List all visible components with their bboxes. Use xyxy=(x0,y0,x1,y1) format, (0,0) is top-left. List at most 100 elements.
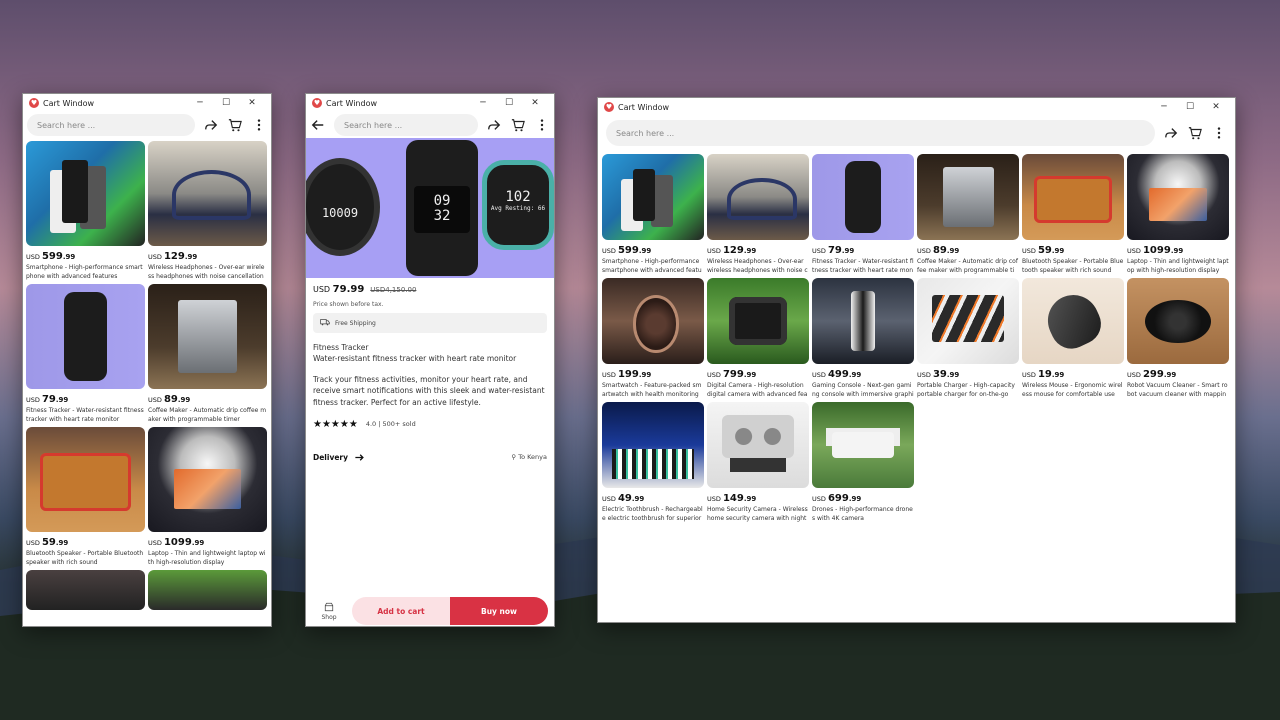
product-description: Home Security Camera - Wireless home sec… xyxy=(707,506,808,522)
product-image xyxy=(707,402,809,488)
product-description: Wireless Mouse - Ergonomic wireless mous… xyxy=(1022,382,1123,398)
more-options-icon[interactable] xyxy=(534,117,550,133)
product-card[interactable]: USD 59.99 Bluetooth Speaker - Portable Bl… xyxy=(26,427,145,567)
app-logo-icon: ♥ xyxy=(29,98,39,108)
more-options-icon[interactable] xyxy=(1211,125,1227,141)
product-description: Wireless Headphones - Over-ear wireless … xyxy=(148,264,265,280)
product-card[interactable]: USD 799.99 Digital Camera - High-resoluti… xyxy=(707,278,809,399)
app-logo-icon: ♥ xyxy=(604,102,614,112)
product-card[interactable] xyxy=(26,570,145,610)
cart-window-detail: ♥ Cart Window ─ ☐ ✕ 10009 0932 102Avg Re… xyxy=(305,93,555,627)
product-card[interactable]: USD 599.99 Smartphone - High-performance … xyxy=(26,141,145,281)
price: USD 299.99 xyxy=(1127,369,1177,380)
rating-row: ★★★★★ 4.0 | 500+ sold xyxy=(313,419,547,430)
price: USD 149.99 xyxy=(707,493,757,504)
product-card[interactable]: USD 699.99 Drones - High-performance dron… xyxy=(812,402,914,523)
cart-icon[interactable] xyxy=(510,117,526,133)
product-card[interactable]: USD 19.99 Wireless Mouse - Ergonomic wire… xyxy=(1022,278,1124,399)
product-card[interactable]: USD 129.99 Wireless Headphones - Over-ear… xyxy=(707,154,809,275)
watch-center: 09 32 xyxy=(406,140,478,276)
buy-now-button[interactable]: Buy now xyxy=(450,597,548,625)
product-card[interactable] xyxy=(148,570,267,610)
maximize-button[interactable]: ☐ xyxy=(496,98,522,108)
share-icon[interactable] xyxy=(486,117,502,133)
product-card[interactable]: USD 299.99 Robot Vacuum Cleaner - Smart r… xyxy=(1127,278,1229,399)
product-card[interactable]: USD 89.99 Coffee Maker - Automatic drip c… xyxy=(917,154,1019,275)
shop-icon xyxy=(312,602,346,614)
product-card[interactable]: USD 39.99 Portable Charger - High-capacit… xyxy=(917,278,1019,399)
minimize-button[interactable]: ─ xyxy=(187,98,213,108)
product-subtitle: Water-resistant fitness tracker with hea… xyxy=(313,354,517,363)
product-card[interactable]: USD 79.99 Fitness Tracker - Water-resista… xyxy=(26,284,145,424)
delivery-location[interactable]: ⚲ To Kenya xyxy=(511,453,547,461)
product-description: Coffee Maker - Automatic drip coffee mak… xyxy=(148,407,267,423)
delivery-button[interactable]: Delivery xyxy=(313,452,365,463)
price: USD 89.99 xyxy=(148,394,191,405)
product-card[interactable]: USD 49.99 Electric Toothbrush - Rechargea… xyxy=(602,402,704,523)
share-icon[interactable] xyxy=(203,117,219,133)
location-pin-icon: ⚲ xyxy=(511,453,517,462)
price: USD 1099.99 xyxy=(1127,245,1184,256)
cart-icon[interactable] xyxy=(1187,125,1203,141)
product-image xyxy=(1022,154,1124,240)
cart-icon[interactable] xyxy=(227,117,243,133)
maximize-button[interactable]: ☐ xyxy=(1177,102,1203,112)
minimize-button[interactable]: ─ xyxy=(470,98,496,108)
price: USD 79.99 xyxy=(812,245,855,256)
price: USD 699.99 xyxy=(812,493,862,504)
product-card[interactable]: USD 89.99 Coffee Maker - Automatic drip c… xyxy=(148,284,267,424)
product-description: Electric Toothbrush - Rechargeable elect… xyxy=(602,506,703,522)
toolbar xyxy=(306,112,554,138)
product-card[interactable]: USD 599.99 Smartphone - High-performance … xyxy=(602,154,704,275)
product-card[interactable]: USD 499.99 Gaming Console - Next-gen gami… xyxy=(812,278,914,399)
back-arrow-icon[interactable] xyxy=(310,117,326,133)
product-description: Portable Charger - High-capacity portabl… xyxy=(917,382,1015,398)
maximize-button[interactable]: ☐ xyxy=(213,98,239,108)
close-button[interactable]: ✕ xyxy=(1203,102,1229,112)
close-button[interactable]: ✕ xyxy=(522,98,548,108)
product-image xyxy=(917,278,1019,364)
product-grid: USD 599.99 Smartphone - High-performance … xyxy=(23,138,271,613)
price: USD 1099.99 xyxy=(148,537,205,548)
watch-left: 10009 xyxy=(306,158,380,256)
window-title: Cart Window xyxy=(43,98,94,108)
product-card[interactable]: USD 59.99 Bluetooth Speaker - Portable Bl… xyxy=(1022,154,1124,275)
product-card[interactable]: USD 1099.99 Laptop - Thin and lightweight… xyxy=(148,427,267,567)
add-to-cart-button[interactable]: Add to cart xyxy=(352,597,450,625)
product-image xyxy=(707,278,809,364)
truck-icon xyxy=(320,317,330,329)
product-card[interactable]: USD 1099.99 Laptop - Thin and lightweight… xyxy=(1127,154,1229,275)
price: USD 129.99 xyxy=(148,251,198,262)
minimize-button[interactable]: ─ xyxy=(1151,102,1177,112)
close-button[interactable]: ✕ xyxy=(239,98,265,108)
product-image xyxy=(602,278,704,364)
price: USD 799.99 xyxy=(707,369,757,380)
product-description: Digital Camera - High-resolution digital… xyxy=(707,382,808,398)
search-input[interactable] xyxy=(27,114,195,136)
search-input[interactable] xyxy=(334,114,478,136)
product-card[interactable]: USD 129.99 Wireless Headphones - Over-ear… xyxy=(148,141,267,281)
product-description: Robot Vacuum Cleaner - Smart robot vacuu… xyxy=(1127,382,1228,398)
product-image xyxy=(148,570,267,610)
more-options-icon[interactable] xyxy=(251,117,267,133)
shop-button[interactable]: Shop xyxy=(312,602,346,621)
app-logo-icon: ♥ xyxy=(312,98,322,108)
tax-note: Price shown before tax. xyxy=(313,301,384,308)
product-image xyxy=(26,427,145,532)
title-bar: ♥ Cart Window ─ ☐ ✕ xyxy=(23,94,271,112)
product-card[interactable]: USD 79.99 Fitness Tracker - Water-resista… xyxy=(812,154,914,275)
product-description: Bluetooth Speaker - Portable Bluetooth s… xyxy=(1022,258,1124,274)
product-image xyxy=(812,278,914,364)
product-image xyxy=(812,402,914,488)
product-image xyxy=(26,570,145,610)
share-icon[interactable] xyxy=(1163,125,1179,141)
toolbar xyxy=(598,116,1235,150)
product-description: Wireless Headphones - Over-ear wireless … xyxy=(707,258,808,274)
product-description: Smartwatch - Feature-packed smartwatch w… xyxy=(602,382,702,398)
product-image xyxy=(707,154,809,240)
search-input[interactable] xyxy=(606,120,1155,146)
price-row: USD 79.99 USD4,150.00 xyxy=(313,284,547,295)
product-card[interactable]: USD 199.99 Smartwatch - Feature-packed sm… xyxy=(602,278,704,399)
cart-window-wide: ♥ Cart Window ─ ☐ ✕ USD 599.99 Smartphone… xyxy=(597,97,1236,623)
product-card[interactable]: USD 149.99 Home Security Camera - Wireles… xyxy=(707,402,809,523)
